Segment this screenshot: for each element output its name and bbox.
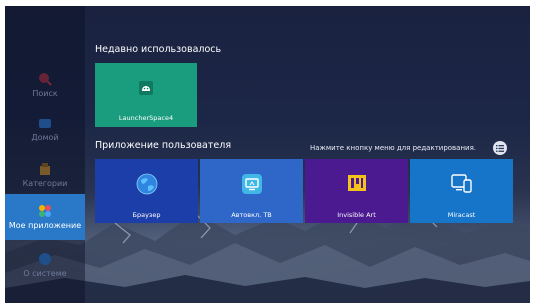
- sidebar-item-search[interactable]: Поиск: [5, 62, 85, 108]
- user-apps-section-title: Приложение пользователя: [95, 140, 232, 151]
- home-icon: [39, 119, 51, 128]
- menu-list-icon: [496, 144, 504, 152]
- app-tile-label: Miracast: [447, 211, 476, 219]
- sidebar-item-label: О системе: [23, 269, 67, 278]
- invisible-art-icon: [347, 175, 366, 191]
- recent-section-title: Недавно использовалось: [95, 44, 222, 55]
- sidebar-item-label: Категории: [22, 179, 68, 188]
- sidebar-item-label: Домой: [31, 133, 59, 142]
- app-tile-miracast[interactable]: Miracast: [410, 159, 513, 223]
- my-apps-icon: [39, 205, 51, 217]
- menu-button[interactable]: [493, 141, 507, 155]
- miracast-icon: [450, 174, 472, 193]
- app-tile-browser[interactable]: Браузер: [95, 159, 198, 223]
- app-tile-auto-tv[interactable]: Автовкл. ТВ: [200, 159, 303, 223]
- tv-icon: [241, 174, 262, 194]
- category-icon: [40, 163, 50, 175]
- app-tile-label: LauncherSpace4: [118, 114, 174, 122]
- sidebar-item-about[interactable]: О системе: [5, 242, 85, 288]
- app-tile-label: Браузер: [132, 211, 161, 219]
- app-tile-invisible-art[interactable]: Invisible Art: [305, 159, 408, 223]
- app-tile-launcherspace4[interactable]: LauncherSpace4: [95, 63, 197, 127]
- globe-icon: [136, 173, 157, 195]
- sidebar-item-label: Поиск: [32, 89, 58, 98]
- sidebar-item-my-apps[interactable]: Мое приложение: [5, 194, 85, 240]
- app-tile-label: Автовкл. ТВ: [231, 211, 272, 219]
- edit-hint-text: Нажмите кнопку меню для редактирования.: [310, 144, 477, 152]
- android-icon: [139, 81, 153, 95]
- app-tile-label: Invisible Art: [337, 211, 376, 219]
- sidebar-item-categories[interactable]: Категории: [5, 152, 85, 198]
- info-icon: [39, 253, 51, 265]
- search-icon: [39, 73, 52, 86]
- sidebar: Поиск Домой Категории Мое приложение О с…: [5, 6, 85, 303]
- sidebar-item-home[interactable]: Домой: [5, 106, 85, 152]
- launcher-screen: Поиск Домой Категории Мое приложение О с…: [5, 6, 530, 303]
- sidebar-item-label: Мое приложение: [8, 221, 82, 230]
